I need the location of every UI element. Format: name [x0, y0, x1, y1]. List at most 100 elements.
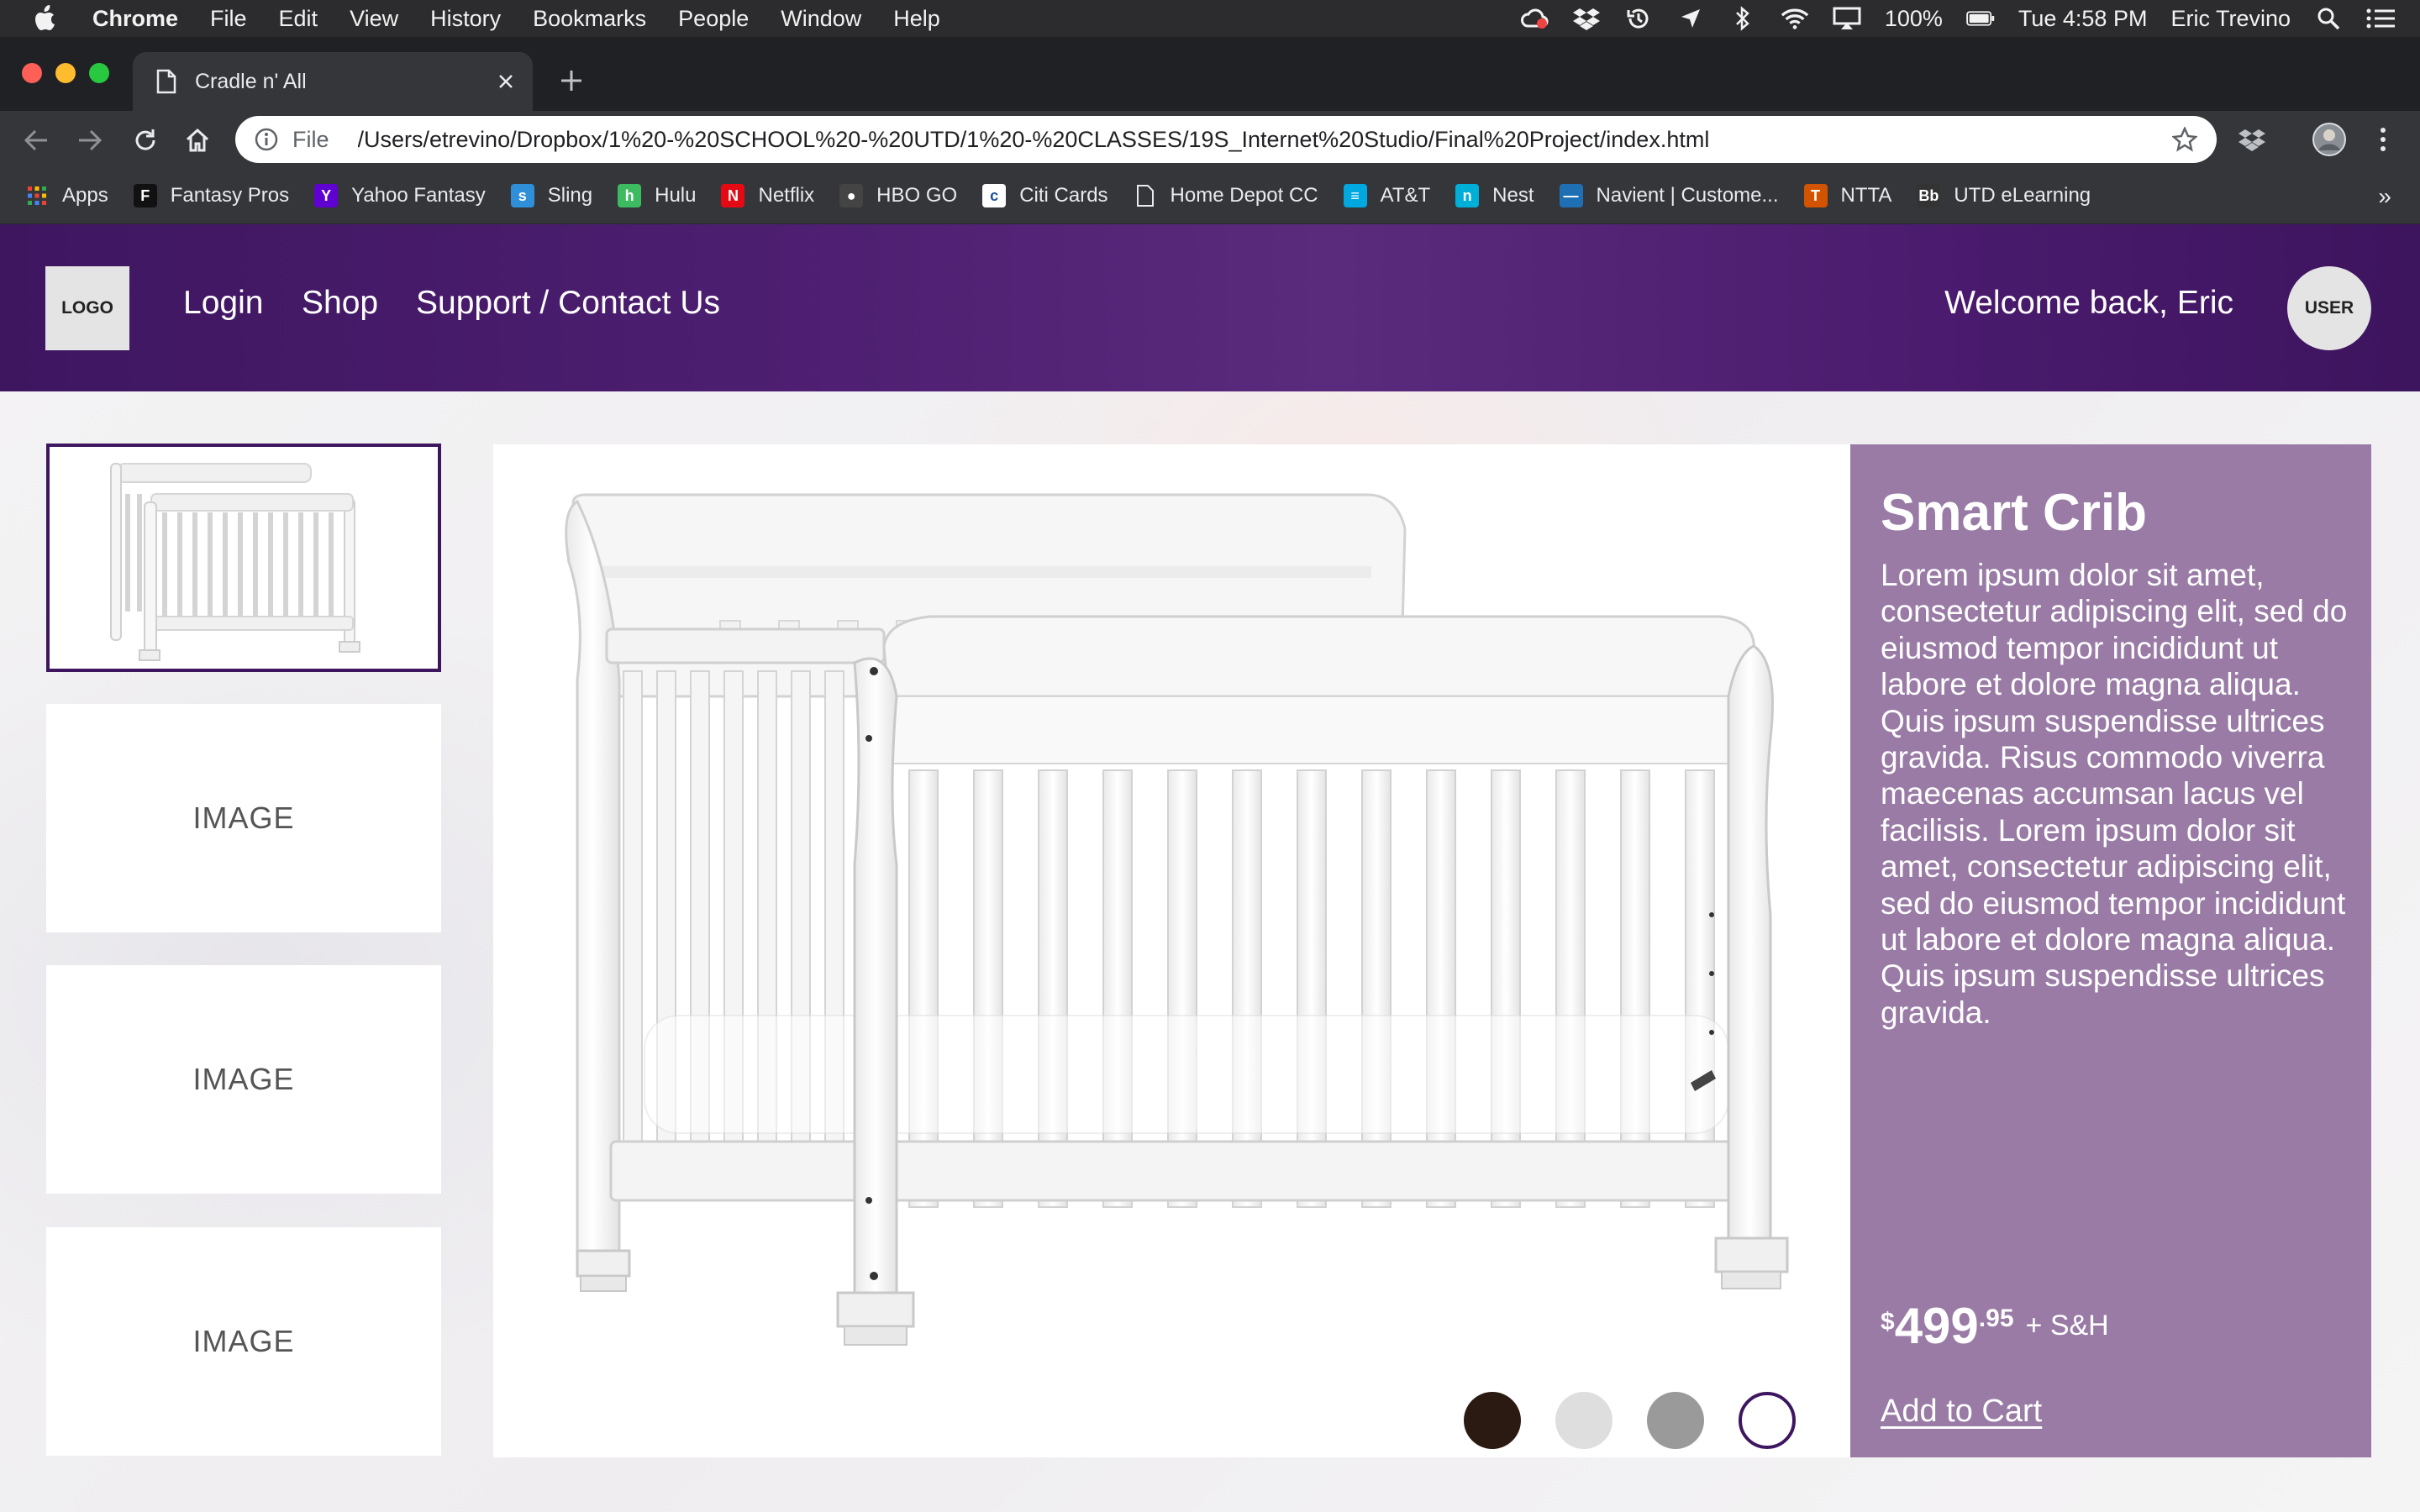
nest-icon: n — [1455, 184, 1480, 207]
bookmark-label: Nest — [1492, 184, 1534, 207]
yahoo-icon: Y — [314, 184, 339, 207]
bookmark-item[interactable]: N Netflix — [721, 184, 814, 207]
blackboard-icon: Bb — [1917, 184, 1941, 207]
menu-app-name[interactable]: Chrome — [92, 6, 178, 32]
bookmark-label: Netflix — [758, 184, 815, 207]
bookmark-label: Navient | Custome... — [1596, 184, 1779, 207]
home-icon — [186, 128, 209, 152]
bookmark-label: NTTA — [1840, 184, 1892, 207]
time-machine-icon[interactable] — [1624, 6, 1653, 31]
bookmark-item[interactable]: — Navient | Custome... — [1559, 184, 1779, 207]
airplay-icon[interactable] — [1833, 6, 1861, 31]
bookmark-label: HBO GO — [876, 184, 958, 207]
menu-view[interactable]: View — [350, 6, 398, 32]
chrome-menu-icon[interactable] — [2365, 121, 2402, 158]
battery-icon[interactable] — [1966, 6, 1995, 31]
bookmark-item[interactable]: ● HBO GO — [839, 184, 957, 207]
plus-icon — [561, 71, 581, 91]
bookmark-item[interactable]: s Sling — [510, 184, 593, 207]
hulu-icon: h — [618, 184, 642, 207]
bookmark-star-icon[interactable] — [2168, 123, 2202, 156]
bookmark-label: Hulu — [655, 184, 697, 207]
site-header: LOGO Login Shop Support / Contact Us Wel… — [0, 224, 2420, 391]
web-page: LOGO Login Shop Support / Contact Us Wel… — [0, 224, 2420, 1512]
thumbnail-crib-selected[interactable] — [46, 444, 441, 672]
reload-button[interactable] — [128, 123, 163, 158]
color-swatch-white-selected[interactable] — [1739, 1392, 1796, 1449]
window-zoom-button[interactable] — [89, 63, 109, 83]
bookmark-label: AT&T — [1380, 184, 1431, 207]
thumbnail-placeholder[interactable]: IMAGE — [46, 1227, 441, 1456]
window-close-button[interactable] — [22, 63, 42, 83]
apple-icon[interactable] — [32, 4, 60, 33]
bookmark-item[interactable]: n Nest — [1455, 184, 1534, 207]
menu-help[interactable]: Help — [893, 6, 940, 32]
user-name[interactable]: Eric Trevino — [2170, 6, 2291, 32]
color-swatch-light-gray[interactable] — [1555, 1392, 1612, 1449]
back-arrow-icon — [24, 129, 47, 151]
main-product-image[interactable] — [493, 444, 1850, 1457]
site-logo[interactable]: LOGO — [45, 266, 129, 350]
forward-button[interactable] — [72, 123, 108, 158]
menu-people[interactable]: People — [678, 6, 749, 32]
dropbox-extension-icon[interactable] — [2233, 121, 2270, 158]
home-button[interactable] — [180, 123, 215, 158]
bookmark-item[interactable]: Home Depot CC — [1134, 184, 1318, 207]
back-button[interactable] — [18, 123, 54, 158]
dropbox-icon[interactable] — [1572, 6, 1601, 31]
info-icon[interactable] — [254, 127, 279, 152]
add-to-cart-link[interactable]: Add to Cart — [1881, 1394, 2042, 1430]
bookmark-label: Fantasy Pros — [170, 184, 290, 207]
thumbnail-placeholder[interactable]: IMAGE — [46, 704, 441, 932]
menu-edit[interactable]: Edit — [279, 6, 318, 32]
fantasy-pros-icon: F — [133, 184, 157, 207]
bookmark-item[interactable]: F Fantasy Pros — [133, 184, 290, 207]
location-arrow-icon[interactable] — [1676, 6, 1705, 31]
bluetooth-icon[interactable] — [1728, 6, 1757, 31]
bookmark-item[interactable]: c Citi Cards — [982, 184, 1108, 207]
url-text[interactable]: /Users/etrevino/Dropbox/1%20-%20SCHOOL%2… — [358, 127, 2168, 153]
spotlight-search-icon[interactable] — [2314, 6, 2343, 31]
bookmark-item[interactable]: Bb UTD eLearning — [1917, 184, 2091, 207]
nav-login-link[interactable]: Login — [183, 285, 263, 322]
window-minimize-button[interactable] — [55, 63, 76, 83]
bookmark-item[interactable]: Apps — [25, 184, 108, 207]
bookmark-item[interactable]: Y Yahoo Fantasy — [314, 184, 486, 207]
bookmarks-overflow-icon[interactable]: » — [2378, 183, 2391, 210]
menu-window[interactable]: Window — [781, 6, 861, 32]
nav-support-link[interactable]: Support / Contact Us — [416, 285, 720, 322]
browser-tab[interactable]: Cradle n' All — [133, 52, 533, 111]
address-bar[interactable]: File /Users/etrevino/Dropbox/1%20-%20SCH… — [235, 116, 2217, 163]
creative-cloud-icon[interactable] — [1520, 6, 1549, 31]
notification-center-icon[interactable] — [2366, 6, 2395, 31]
welcome-message: Welcome back, Eric — [1944, 285, 2233, 321]
shipping-note: + S&H — [2025, 1310, 2109, 1341]
product-title: Smart Crib — [1881, 484, 2147, 542]
menu-history[interactable]: History — [430, 6, 501, 32]
menu-file[interactable]: File — [210, 6, 247, 32]
ntta-icon: T — [1803, 184, 1828, 207]
clock[interactable]: Tue 4:58 PM — [2018, 6, 2148, 32]
color-swatch-gray[interactable] — [1647, 1392, 1704, 1449]
url-scheme: File — [292, 126, 329, 152]
product-price: $ 499 .95 + S&H — [1881, 1301, 2109, 1352]
bookmark-item[interactable]: T NTTA — [1803, 184, 1892, 207]
sling-icon: s — [510, 184, 534, 207]
new-tab-button[interactable] — [553, 62, 590, 99]
bookmark-item[interactable]: ≡ AT&T — [1343, 184, 1431, 207]
user-avatar[interactable]: USER — [2287, 266, 2371, 350]
color-swatch-espresso[interactable] — [1464, 1392, 1521, 1449]
nav-shop-link[interactable]: Shop — [302, 285, 378, 322]
bookmark-label: Sling — [547, 184, 593, 207]
tab-strip: Cradle n' All — [0, 37, 2420, 111]
crib-thumbnail-image — [110, 463, 360, 661]
thumbnail-placeholder[interactable]: IMAGE — [46, 965, 441, 1194]
wifi-icon[interactable] — [1781, 6, 1809, 31]
bookmark-item[interactable]: h Hulu — [618, 184, 696, 207]
page-icon — [1134, 184, 1157, 207]
menu-bookmarks[interactable]: Bookmarks — [533, 6, 646, 32]
profile-avatar[interactable] — [2311, 121, 2348, 158]
tab-close-icon[interactable] — [489, 65, 523, 98]
product-info-panel: Smart Crib Lorem ipsum dolor sit amet, c… — [1850, 444, 2371, 1457]
crib-image — [565, 493, 1789, 1346]
